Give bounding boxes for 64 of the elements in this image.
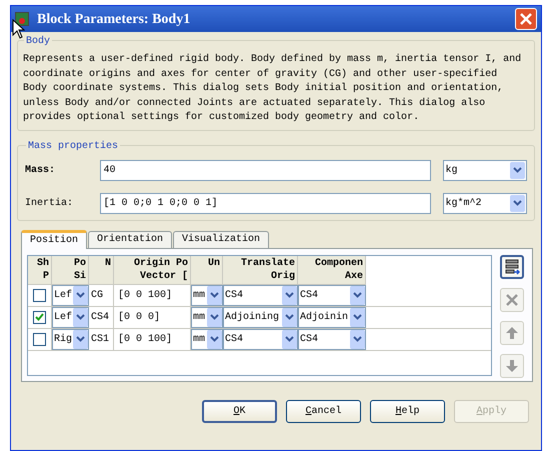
input-field[interactable]: [1 0 0;0 1 0;0 0 1] [100,192,430,214]
chevron-down-icon [285,292,294,298]
column-header: Sh P [28,256,52,284]
column-header: Origin Po Vector [ [114,256,191,284]
column-header: N [89,256,114,284]
field-label: Inertia: [25,196,74,210]
tab[interactable]: Orientation [88,230,172,248]
unit-dropdown[interactable]: kg [442,160,527,180]
table-cell: CS1 [89,328,114,350]
chevron-down-icon [353,292,362,298]
origin-dropdown[interactable]: CS4 [223,284,298,306]
app-icon [15,12,29,26]
axes-dropdown[interactable]: Adjoinin [298,306,366,328]
chevron-down-icon [513,200,522,206]
unit-dropdown[interactable]: kg*m^2 [442,192,527,214]
side-dropdown[interactable]: Lef [52,306,89,328]
column-header: Po Si [52,256,89,284]
chevron-down-icon [76,336,85,342]
check-icon [35,313,44,321]
arrow-down-icon [505,358,519,372]
column-header: Translate Orig [223,256,298,284]
side-dropdown[interactable]: Lef [52,284,89,306]
checkbox[interactable] [33,332,46,346]
tab[interactable]: Visualization [173,230,270,248]
delete-icon [505,292,519,306]
table-cell: CS4 [89,306,114,328]
arrow-up-icon [505,326,519,340]
window-title: Block Parameters: Body1 [37,10,192,28]
checkbox[interactable] [33,288,46,302]
chevron-down-icon [353,314,362,320]
dialog-button[interactable]: Help [370,400,445,422]
table-cell: CG [89,284,114,306]
mouse-cursor-icon [12,19,25,39]
dialog-button[interactable]: Cancel [286,400,361,422]
tab[interactable]: Position [21,230,88,248]
units-dropdown[interactable]: mm [191,328,223,350]
units-dropdown[interactable]: mm [191,306,223,328]
chevron-down-icon [210,336,219,342]
add-row-icon [504,258,520,274]
close-button[interactable] [515,8,537,30]
origin-dropdown[interactable]: Adjoining [223,306,298,328]
side-dropdown[interactable]: Rig [52,328,89,350]
column-header: Componen Axe [298,256,366,284]
origin-dropdown[interactable]: CS4 [223,328,298,350]
axes-dropdown[interactable]: CS4 [298,284,366,306]
chevron-down-icon [285,336,294,342]
toolbar-button[interactable] [500,254,524,278]
axes-dropdown[interactable]: CS4 [298,328,366,350]
input-field[interactable]: 40 [100,160,430,180]
chevron-down-icon [210,292,219,298]
chevron-down-icon [210,314,219,320]
close-icon [520,13,532,25]
chevron-down-icon [353,336,362,342]
field-label: Mass: [25,164,56,178]
chevron-down-icon [76,292,85,298]
dialog-button[interactable]: OK [202,400,277,422]
checkbox[interactable] [33,310,46,324]
chevron-down-icon [513,167,522,173]
group-title: Mass properties [26,138,120,154]
units-dropdown[interactable]: mm [191,284,223,306]
chevron-down-icon [285,314,294,320]
description-text: Represents a user-defined rigid body. Body defined by mass m, inertia tensor I, and coordinate origins and axes for center of gravity (CG) and other user-specified Body coordinate systems. This dialog sets Body initial position and orientation, unless Body and/or connected Joints are actuated separately. This dialog also provides optional settings for customized body geometry and color. [23,53,522,125]
column-header: Un [191,256,223,284]
chevron-down-icon [76,314,85,320]
